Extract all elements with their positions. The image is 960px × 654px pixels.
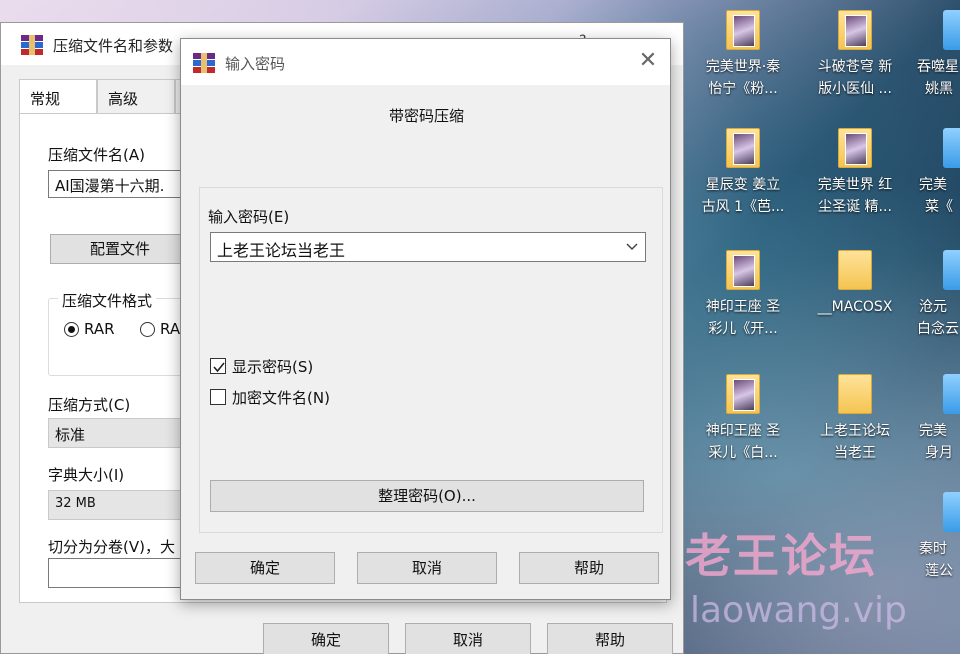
desktop-icon-3[interactable]: 吞噬星 姚黑 (905, 10, 960, 100)
password-combo[interactable]: 上老王论坛当老王 (210, 232, 646, 262)
dict-label: 字典大小(I) (48, 466, 125, 484)
desktop-icon-12[interactable]: 完美 身月 (905, 374, 960, 464)
desktop-icon-label: 身月 (925, 445, 953, 461)
desktop-icon-label: 神印王座 圣 (705, 299, 781, 315)
desktop-icon-label: 怡宁《粉... (708, 81, 778, 97)
folder-icon (838, 10, 872, 52)
dialog-title: 输入密码 (225, 55, 286, 73)
dialog-help-button[interactable]: 帮助 (519, 552, 659, 584)
winrar-icon (193, 53, 215, 73)
desktop-icon-7[interactable]: 神印王座 圣 彩儿《开... (693, 250, 793, 340)
format-group-label: 压缩文件格式 (58, 290, 157, 311)
ok-button[interactable]: 确定 (263, 623, 389, 654)
encrypt-names-checkbox[interactable] (210, 389, 226, 405)
desktop-icon-label: 秦时 (919, 541, 947, 557)
desktop-icon-11[interactable]: 上老王论坛 当老王 (805, 374, 905, 464)
archive-name-label: 压缩文件名(A) (48, 146, 145, 164)
dialog-title-bar: 输入密码 ✕ (181, 39, 670, 85)
dialog-subtitle: 带密码压缩 (388, 107, 464, 125)
desktop-icon-label: 完美 (919, 423, 947, 439)
desktop-icon-2[interactable]: 斗破苍穹 新 版小医仙 ... (805, 10, 905, 100)
close-icon[interactable]: ✕ (633, 47, 663, 77)
desktop-icon-label: 星辰变 姜立 (705, 177, 781, 193)
folder-icon (726, 250, 760, 292)
desktop-icon-10[interactable]: 神印王座 圣 采儿《白... (693, 374, 793, 464)
file-icon (943, 128, 960, 170)
desktop-icon-label: 完美世界·秦 (705, 59, 781, 75)
config-button[interactable]: 配置文件 (50, 234, 190, 264)
desktop-icon-label: 当老王 (834, 445, 876, 461)
desktop-icon-label: 完美世界 红 (817, 177, 893, 193)
password-dialog: 输入密码 ✕ 带密码压缩 输入密码(E) 上老王论坛当老王 显示密码(S) 加密… (180, 38, 671, 600)
folder-icon (838, 128, 872, 170)
password-group: 输入密码(E) 上老王论坛当老王 显示密码(S) 加密文件名(N) 整理密码(O… (199, 187, 663, 533)
desktop-icon-label: 版小医仙 ... (818, 81, 892, 97)
desktop-icon-label: 斗破苍穹 新 (817, 59, 893, 75)
dialog-cancel-button[interactable]: 取消 (357, 552, 497, 584)
method-label: 压缩方式(C) (48, 396, 131, 414)
folder-icon (726, 128, 760, 170)
archive-name-input[interactable]: AI国漫第十六期. (48, 170, 188, 198)
folder-icon (838, 250, 872, 292)
password-label: 输入密码(E) (208, 208, 290, 226)
format-rar-label: RAR (84, 320, 115, 338)
tab-general[interactable]: 常规 (19, 79, 97, 115)
method-select[interactable]: 标准 (48, 418, 188, 448)
tab-advanced[interactable]: 高级 (97, 79, 175, 113)
watermark-text: 老王论坛 (685, 529, 877, 583)
desktop-icon-label: 沧元 (919, 299, 947, 315)
password-value: 上老王论坛当老王 (217, 241, 346, 260)
desktop-icon-label: 神印王座 圣 (705, 423, 781, 439)
watermark-url: laowang.vip (690, 590, 907, 631)
desktop-icon-9[interactable]: 沧元 白念云 (905, 250, 960, 340)
desktop-icon-label: __MACOSX (817, 299, 893, 315)
desktop-icon-label: 菜《 (925, 199, 953, 215)
desktop-icon-label: 彩儿《开... (708, 321, 778, 337)
folder-icon (838, 374, 872, 416)
desktop-icon-8[interactable]: __MACOSX (805, 250, 905, 318)
cancel-button[interactable]: 取消 (405, 623, 531, 654)
help-button[interactable]: 帮助 (547, 623, 673, 654)
dict-select[interactable]: 32 MB (48, 490, 188, 520)
file-icon (943, 250, 960, 292)
split-input[interactable] (48, 558, 188, 588)
file-icon (943, 492, 960, 534)
encrypt-names-label[interactable]: 加密文件名(N) (232, 387, 330, 408)
desktop-icon-label: 莲公 (925, 563, 953, 579)
dialog-ok-button[interactable]: 确定 (195, 552, 335, 584)
desktop-icon-label: 上老王论坛 (820, 423, 890, 439)
desktop-icon-label: 姚黑 (925, 81, 953, 97)
desktop-icon-label: 白念云 (917, 321, 959, 337)
folder-icon (726, 374, 760, 416)
desktop-icon-4[interactable]: 星辰变 姜立 古风 1《芭... (693, 128, 793, 218)
format-rar-radio[interactable] (64, 322, 79, 337)
organize-passwords-button[interactable]: 整理密码(O)... (210, 480, 644, 512)
desktop-icon-label: 吞噬星 (917, 59, 959, 75)
desktop-icon-label: 尘圣诞 精... (818, 199, 892, 215)
split-label: 切分为分卷(V)，大 (48, 538, 175, 556)
file-icon (943, 10, 960, 52)
desktop-icon-label: 采儿《白... (708, 445, 778, 461)
show-password-label[interactable]: 显示密码(S) (232, 356, 313, 377)
desktop-icon-label: 完美 (919, 177, 947, 193)
desktop-icon-13[interactable]: 秦时 莲公 (905, 492, 960, 582)
desktop-icon-6[interactable]: 完美 菜《 (905, 128, 960, 218)
folder-icon (726, 10, 760, 52)
desktop-icon-5[interactable]: 完美世界 红 尘圣诞 精... (805, 128, 905, 218)
file-icon (943, 374, 960, 416)
show-password-checkbox[interactable] (210, 358, 226, 374)
winrar-icon (21, 35, 43, 55)
desktop-icon-label: 古风 1《芭... (701, 199, 785, 215)
window-title: 压缩文件名和参数 (53, 37, 174, 55)
format-rar5-radio[interactable] (140, 322, 155, 337)
chevron-down-icon[interactable] (625, 238, 639, 252)
desktop-icon-1[interactable]: 完美世界·秦 怡宁《粉... (693, 10, 793, 100)
